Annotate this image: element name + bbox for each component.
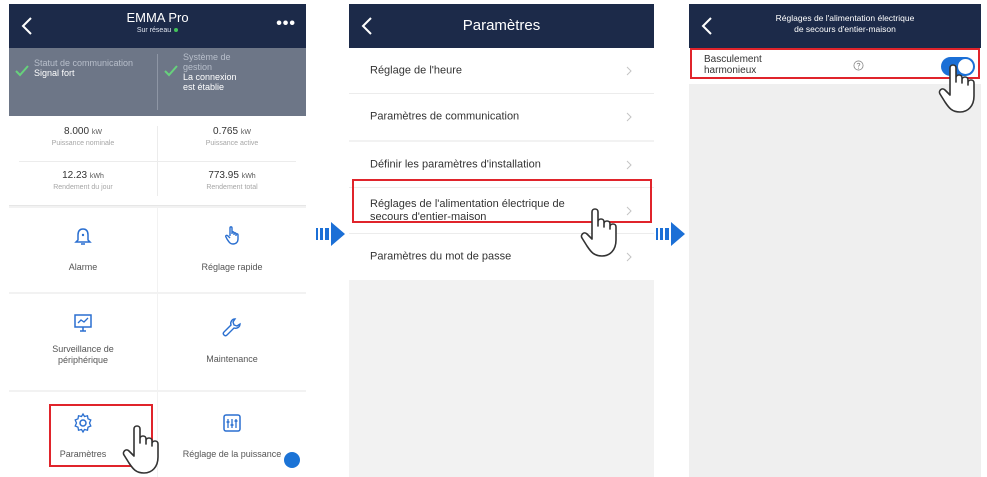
mgmt-label-1: Système de [183,52,231,62]
touch-icon [224,226,239,245]
comm-status: Statut de communication Signal fort [9,48,157,116]
status-bar: Statut de communication Signal fort Syst… [9,48,306,116]
kpi-value: 773.95 [208,170,239,181]
kpi-label: Puissance active [205,140,259,147]
settings-item-label: Réglage de l'heure [370,64,463,76]
monitor-icon [74,314,92,332]
tile-label: Alarme [68,262,98,272]
mgmt-value-1: La connexion [183,72,237,82]
mgmt-value-2: est établie [183,82,225,92]
tile-power-adjustment[interactable]: Réglage de la puissance [158,392,306,477]
kpi-unit: kW [240,129,251,136]
device-title: EMMA Pro [126,10,189,25]
top-bar: Réglages de l'alimentation électrique de… [689,4,981,48]
grid-status-text: Sur réseau [136,27,172,34]
kpi-label: Puissance nominale [51,140,115,147]
kpi-active-power: 0.765 kW Puissance active [158,126,306,147]
tile-label-line2: périphérique [57,355,109,365]
page-title: Paramètres [462,17,541,34]
tile-label: Maintenance [206,354,258,364]
bell-icon [74,228,92,245]
more-icon[interactable]: ••• [276,15,296,33]
chevron-right-icon [626,66,632,75]
kpi-label: Rendement total [206,184,258,191]
tile-device-monitoring[interactable]: Surveillance de périphérique [9,294,157,390]
back-arrow-icon[interactable] [697,14,719,38]
floating-action-button[interactable] [284,452,300,468]
top-bar: Paramètres [349,4,654,48]
tile-label-line1: Surveillance de [52,344,114,354]
chevron-right-icon [626,112,632,122]
kpi-unit: kWh [89,173,104,180]
tile-maintenance[interactable]: Maintenance [158,294,306,390]
kpi-rated-power: 8.000 kW Puissance nominale [9,126,157,147]
next-step-arrow-icon [656,222,685,246]
chevron-right-icon [626,252,632,262]
online-dot [174,28,179,33]
tile-label: Réglage rapide [201,262,263,272]
settings-item-label: Définir les paramètres d'installation [370,158,541,170]
kpi-card: 8.000 kW Puissance nominale 0.765 kW Pui… [9,116,306,206]
comm-status-label: Statut de communication [34,58,134,68]
wrench-icon [222,318,241,337]
kpi-daily-yield: 12.23 kWh Rendement du jour [9,170,157,191]
sliders-icon [223,414,241,432]
settings-group-1: Réglage de l'heure Paramètres de communi… [349,48,654,140]
kpi-total-yield: 773.95 kWh Rendement total [158,170,306,191]
kpi-unit: kW [91,129,102,136]
chevron-right-icon [626,160,632,169]
page-title-line2: de secours d'entier-maison [794,24,896,34]
kpi-label: Rendement du jour [53,184,113,191]
comm-status-value: Signal fort [34,68,75,78]
page-title-line1: Réglages de l'alimentation électrique [775,13,915,23]
kpi-value: 8.000 [64,126,90,137]
next-step-arrow-icon [316,222,345,246]
hand-pointer-icon [122,425,159,474]
top-bar: EMMA Pro Sur réseau ••• [9,4,306,48]
mgmt-label-2: gestion [183,62,213,72]
grid-status: Sur réseau [9,27,306,34]
kpi-unit: kWh [241,173,256,180]
page-title: Réglages de l'alimentation électrique de… [719,13,971,35]
settings-item-time[interactable]: Réglage de l'heure [349,48,654,94]
mgmt-status: Système de gestion La connexion est étab… [158,48,306,116]
kpi-value: 0.765 [213,126,239,137]
hand-pointer-icon [580,208,617,257]
check-icon [164,65,178,77]
tile-alarm[interactable]: Alarme [9,208,157,292]
hand-pointer-icon [938,64,975,113]
settings-item-communication[interactable]: Paramètres de communication [349,94,654,140]
kpi-value: 12.23 [62,170,88,181]
check-icon [15,65,29,77]
tile-quick-setup[interactable]: Réglage rapide [158,208,306,292]
settings-item-label: Paramètres de communication [370,110,520,123]
